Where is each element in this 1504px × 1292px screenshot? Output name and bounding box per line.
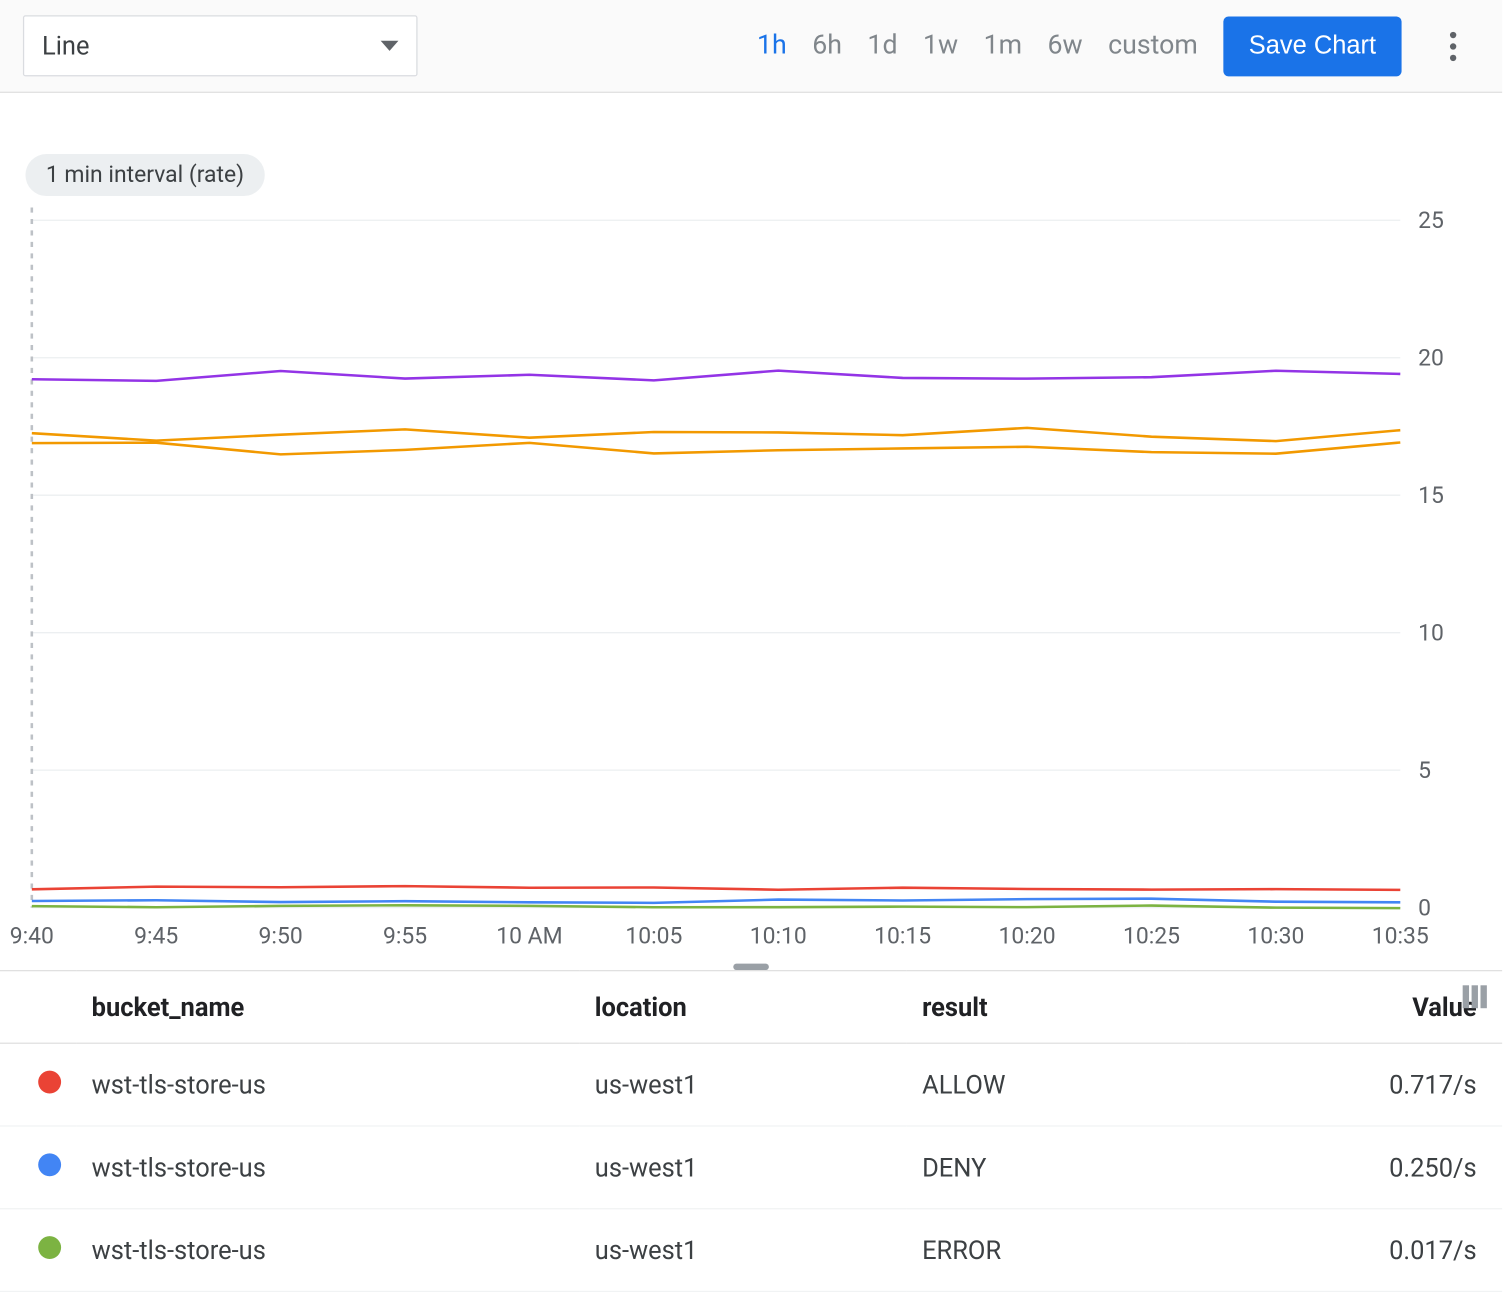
table-row[interactable]: wst-tls-store-usus-west1DENY0.250/s (0, 1126, 1502, 1209)
series-line[interactable] (32, 442, 1400, 454)
table-row[interactable]: wst-tls-store-usus-west1ALLOW0.717/s (0, 1043, 1502, 1126)
cell-location: us-west1 (580, 1043, 907, 1126)
cell-value: 0.250/s (1187, 1126, 1502, 1209)
x-tick-label: 9:45 (134, 922, 178, 949)
series-line[interactable] (32, 428, 1400, 441)
toolbar-right: 1h 6h 1d 1w 1m 6w custom Save Chart (757, 16, 1479, 76)
col-location[interactable]: location (580, 971, 907, 1044)
time-range-6w[interactable]: 6w (1048, 31, 1083, 62)
cell-result: DENY (907, 1126, 1187, 1209)
cell-bucket: wst-tls-store-us (76, 1126, 579, 1209)
series-line[interactable] (32, 886, 1400, 890)
time-range-6h[interactable]: 6h (812, 31, 842, 62)
x-tick-label: 10:10 (750, 922, 807, 949)
columns-icon[interactable] (1463, 985, 1487, 1008)
interval-badge: 1 min interval (rate) (25, 154, 264, 196)
cell-result: ERROR (907, 1209, 1187, 1292)
x-tick-label: 10:15 (874, 922, 931, 949)
y-tick-label: 5 (1418, 757, 1431, 784)
chart-type-select[interactable]: Line (23, 15, 418, 76)
line-chart[interactable]: 0 5 10 15 20 25 9:40 9:45 9:50 9:55 10 AM 10:05 10:1… (0, 118, 1502, 958)
col-value[interactable]: Value (1187, 971, 1502, 1044)
col-bucket[interactable]: bucket_name (76, 971, 579, 1044)
x-tick-label: 10:25 (1123, 922, 1180, 949)
time-range-1m[interactable]: 1m (984, 31, 1022, 62)
x-tick-label: 9:40 (10, 922, 54, 949)
x-tick-label: 10 AM (496, 922, 562, 949)
x-tick-label: 10:05 (625, 922, 682, 949)
dropdown-icon (381, 41, 399, 51)
time-range-1h[interactable]: 1h (757, 31, 787, 62)
y-tick-label: 15 (1418, 482, 1444, 509)
legend-table: bucket_name location result Value wst-tl… (0, 970, 1502, 1292)
cell-location: us-west1 (580, 1209, 907, 1292)
x-tick-label: 9:55 (383, 922, 427, 949)
y-tick-label: 25 (1418, 207, 1444, 234)
save-chart-button[interactable]: Save Chart (1223, 16, 1401, 76)
cell-value: 0.017/s (1187, 1209, 1502, 1292)
time-range-custom[interactable]: custom (1108, 31, 1198, 62)
col-result[interactable]: result (907, 971, 1187, 1044)
series-swatch (38, 1071, 61, 1094)
cell-bucket: wst-tls-store-us (76, 1209, 579, 1292)
time-range-group: 1h 6h 1d 1w 1m 6w custom (757, 31, 1198, 62)
series-swatch (38, 1236, 61, 1259)
chart-type-label: Line (42, 31, 89, 62)
series-line[interactable] (32, 371, 1400, 381)
cell-value: 0.717/s (1187, 1043, 1502, 1126)
x-tick-label: 10:20 (999, 922, 1056, 949)
x-tick-label: 10:30 (1247, 922, 1304, 949)
series-line[interactable] (32, 899, 1400, 903)
y-tick-label: 20 (1418, 344, 1444, 371)
y-tick-label: 10 (1418, 619, 1444, 646)
toolbar: Line 1h 6h 1d 1w 1m 6w custom Save Chart (0, 0, 1502, 93)
cell-location: us-west1 (580, 1126, 907, 1209)
x-tick-label: 9:50 (259, 922, 303, 949)
cell-result: ALLOW (907, 1043, 1187, 1126)
cell-bucket: wst-tls-store-us (76, 1043, 579, 1126)
resize-handle[interactable] (0, 959, 1502, 970)
table-row[interactable]: wst-tls-store-usus-west1ERROR0.017/s (0, 1209, 1502, 1292)
more-menu-icon[interactable] (1427, 31, 1479, 60)
series-swatch (38, 1153, 61, 1176)
time-range-1d[interactable]: 1d (867, 31, 897, 62)
x-tick-label: 10:35 (1372, 922, 1429, 949)
y-tick-label: 0 (1418, 894, 1431, 921)
time-range-1w[interactable]: 1w (923, 31, 958, 62)
chart-area: 1 min interval (rate) 0 5 10 15 20 25 9:40 9:45… (0, 93, 1502, 959)
